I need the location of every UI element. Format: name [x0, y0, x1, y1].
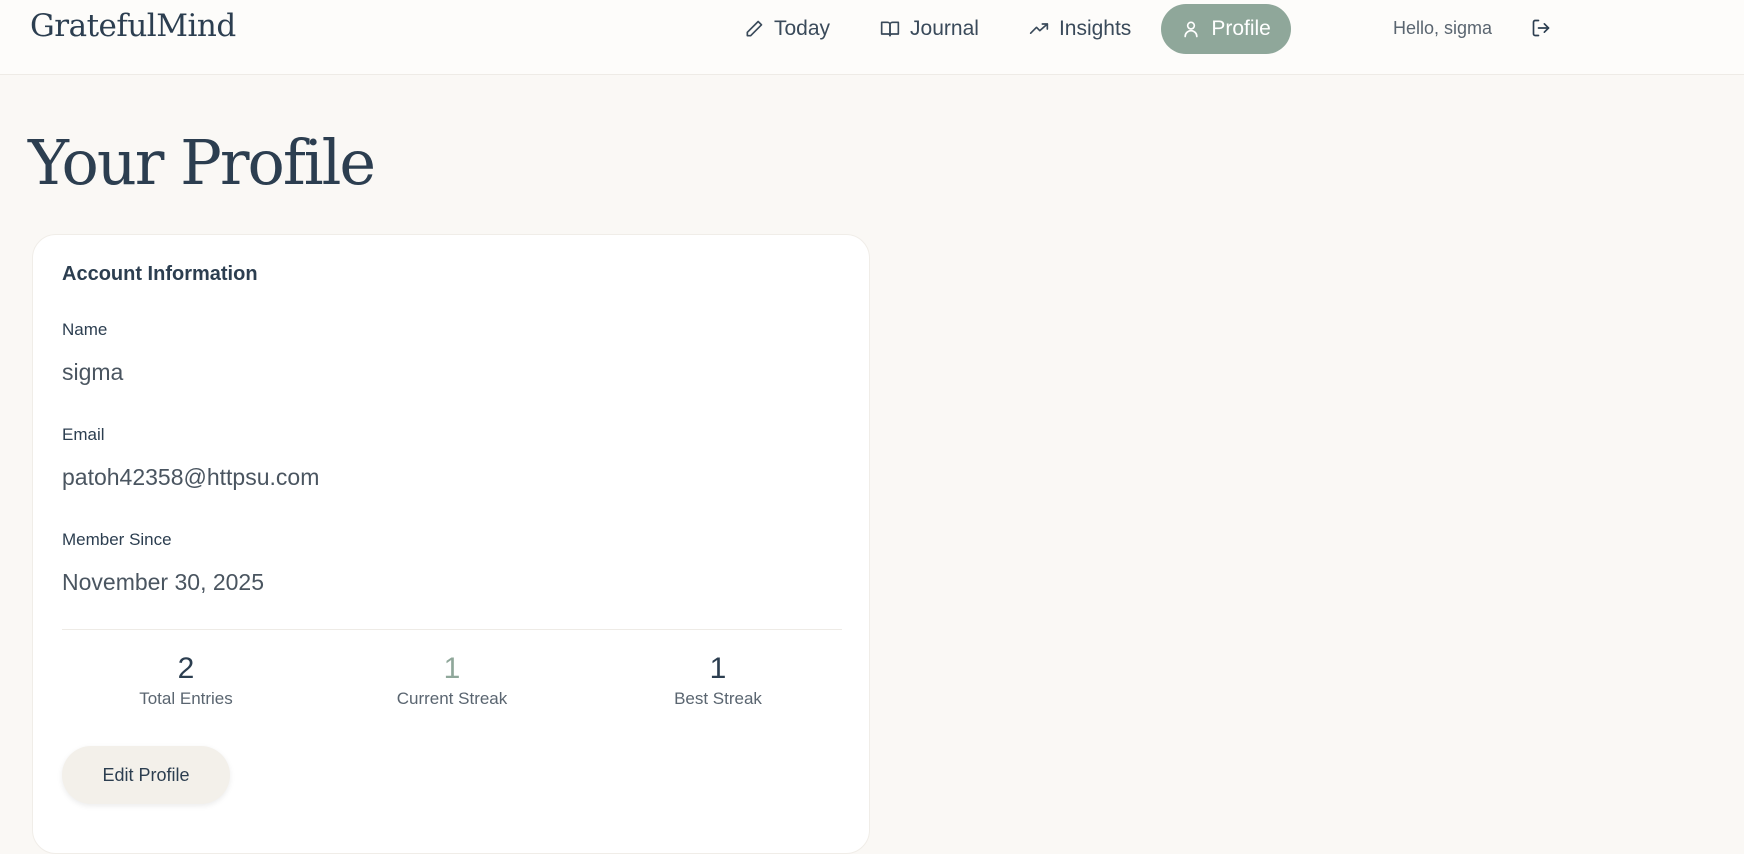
stat-value: 1 — [709, 652, 727, 685]
top-navigation-bar: GratefulMind Today Journal Insights Prof… — [0, 0, 1744, 75]
nav-item-profile[interactable]: Profile — [1161, 4, 1291, 54]
stat-label: Best Streak — [674, 689, 762, 708]
nav-item-insights[interactable]: Insights — [1009, 4, 1151, 54]
user-greeting: Hello, sigma — [1393, 18, 1493, 38]
stat-value: 2 — [177, 652, 195, 685]
logout-icon — [1532, 19, 1550, 37]
name-value: sigma — [62, 359, 124, 385]
divider — [62, 629, 842, 630]
account-information-card: Account Information Name sigma Email pat… — [32, 234, 870, 854]
nav-item-label: Insights — [1058, 17, 1132, 40]
card-heading: Account Information — [62, 263, 258, 285]
edit-profile-button[interactable]: Edit Profile — [62, 746, 230, 804]
book-icon — [880, 21, 900, 37]
nav-item-label: Profile — [1211, 17, 1271, 40]
stat-total-entries: 2 Total Entries — [76, 651, 296, 709]
email-label: Email — [62, 425, 105, 444]
stat-current-streak: 1 Current Streak — [342, 651, 562, 709]
stat-label: Total Entries — [139, 689, 233, 708]
name-label: Name — [62, 320, 108, 339]
nav-item-label: Today — [774, 17, 831, 40]
stat-label: Current Streak — [396, 689, 508, 708]
pencil-icon — [746, 20, 763, 37]
brand-logo[interactable]: GratefulMind — [30, 8, 236, 44]
trending-up-icon — [1029, 23, 1049, 35]
stat-value: 1 — [443, 652, 461, 685]
user-icon — [1184, 21, 1198, 38]
nav-item-today[interactable]: Today — [724, 4, 850, 54]
nav-item-journal[interactable]: Journal — [860, 4, 999, 54]
page-title: Your Profile — [28, 126, 376, 199]
stat-best-streak: 1 Best Streak — [608, 651, 828, 709]
main-nav: Today Journal Insights Profile — [724, 4, 1301, 54]
logout-button[interactable] — [1528, 15, 1554, 41]
email-value: patoh42358@httpsu.com — [62, 464, 320, 490]
member-since-value: November 30, 2025 — [62, 569, 265, 595]
member-since-label: Member Since — [62, 530, 172, 549]
nav-item-label: Journal — [910, 17, 979, 40]
